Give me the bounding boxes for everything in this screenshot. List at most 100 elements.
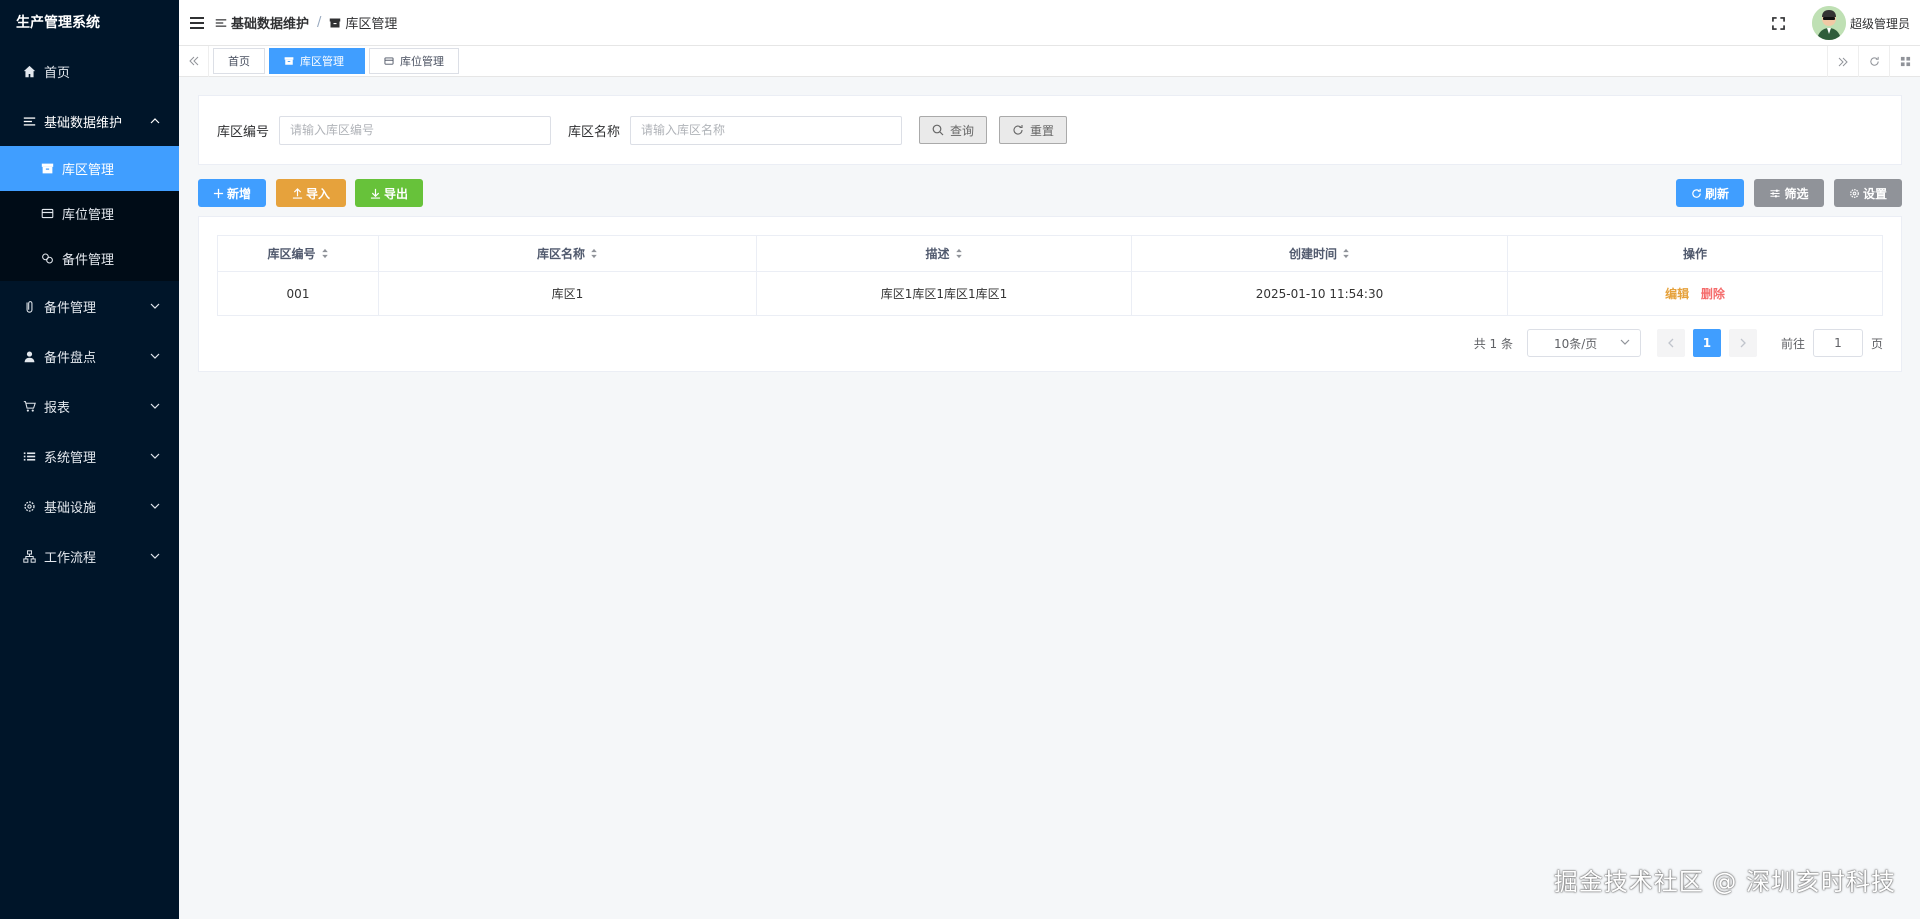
card-icon xyxy=(384,56,394,66)
goto-page-input[interactable] xyxy=(1812,329,1863,357)
sidebar-item-workflow[interactable]: 工作流程 xyxy=(0,531,179,581)
zone-name-label: 库区名称 xyxy=(568,124,621,140)
username[interactable]: 超级管理员 xyxy=(1850,15,1910,32)
next-page-button[interactable] xyxy=(1728,329,1757,357)
table-row: 001 库区1 库区1库区1库区1库区1 2025-01-10 11:54:30… xyxy=(217,271,1883,316)
plus-icon xyxy=(213,188,224,199)
cell-name: 库区1 xyxy=(378,271,757,316)
add-button[interactable]: 新增 xyxy=(198,179,266,207)
refresh-button[interactable]: 刷新 xyxy=(1676,179,1744,207)
sidebar-item-basic-data[interactable]: 基础数据维护 xyxy=(0,96,179,146)
archive-icon xyxy=(329,17,341,29)
app-title: 生产管理系统 xyxy=(16,15,100,31)
flow-icon xyxy=(22,549,36,563)
zone-code-input[interactable] xyxy=(279,115,552,145)
sidebar-item-zone-management[interactable]: 库区管理 xyxy=(0,146,179,191)
sidebar-item-parts-management[interactable]: 备件管理 xyxy=(0,281,179,331)
sliders-icon xyxy=(1769,188,1781,199)
archive-icon xyxy=(284,56,294,66)
search-icon xyxy=(932,124,944,136)
query-button[interactable]: 查询 xyxy=(919,116,988,144)
page-number-current[interactable]: 1 xyxy=(1692,329,1721,357)
sort-icon[interactable] xyxy=(321,248,329,262)
watermark: 掘金技术社区 @ 深圳亥时科技 xyxy=(1553,868,1896,896)
goto-suffix: 页 xyxy=(1870,336,1883,351)
submenu-basic-data: 库区管理 库位管理 备件管理 xyxy=(0,146,179,281)
settings-button[interactable]: 设置 xyxy=(1834,179,1902,207)
import-button[interactable]: 导入 xyxy=(276,179,346,207)
cell-desc: 库区1库区1库区1库区1 xyxy=(756,271,1132,316)
top-header: 基础数据维护 / 库区管理 超级管理员 xyxy=(179,0,1920,46)
column-header-code[interactable]: 库区编号 xyxy=(217,235,379,272)
chevron-down-icon xyxy=(149,350,161,362)
chevron-down-icon xyxy=(149,300,161,312)
breadcrumb: 基础数据维护 / 库区管理 xyxy=(215,13,397,32)
header-right: 超级管理员 xyxy=(1768,0,1910,46)
table-card: 库区编号 库区名称 描述 创建时间 操作 001 库区1 库区1库区1库区1库区… xyxy=(198,216,1902,372)
column-header-name[interactable]: 库区名称 xyxy=(378,235,757,272)
delete-link[interactable]: 删除 xyxy=(1701,287,1725,301)
sidebar-item-parts-management-sub[interactable]: 备件管理 xyxy=(0,236,179,281)
fullscreen-icon[interactable] xyxy=(1768,12,1790,34)
toolbar: 新增 导入 导出 刷新 筛选 设置 xyxy=(198,179,1902,207)
breadcrumb-item[interactable]: 基础数据维护 xyxy=(215,13,309,32)
avatar[interactable] xyxy=(1811,6,1846,40)
prev-page-button[interactable] xyxy=(1656,329,1685,357)
filter-button[interactable]: 筛选 xyxy=(1754,179,1824,207)
edit-link[interactable]: 编辑 xyxy=(1665,287,1689,301)
clip-icon xyxy=(22,299,36,313)
tab-location-management[interactable]: 库位管理 xyxy=(369,48,459,74)
sort-icon[interactable] xyxy=(955,248,963,262)
sidebar-item-location-management[interactable]: 库位管理 xyxy=(0,191,179,236)
chevron-down-icon xyxy=(1620,336,1630,350)
sort-icon[interactable] xyxy=(590,248,598,262)
chevron-down-icon xyxy=(149,500,161,512)
refresh-icon xyxy=(1012,124,1024,136)
tab-home[interactable]: 首页 xyxy=(213,48,265,74)
list-icon xyxy=(215,17,227,29)
cell-actions: 编辑 删除 xyxy=(1507,271,1883,316)
chevron-down-icon xyxy=(149,550,161,562)
tab-zone-management[interactable]: 库区管理 xyxy=(269,48,365,74)
sidebar-item-reports[interactable]: 报表 xyxy=(0,381,179,431)
sidebar-item-system-management[interactable]: 系统管理 xyxy=(0,431,179,481)
user-icon xyxy=(22,349,36,363)
reset-button[interactable]: 重置 xyxy=(999,116,1068,144)
column-header-desc[interactable]: 描述 xyxy=(756,235,1132,272)
tabs-scroll-right-icon[interactable] xyxy=(1827,46,1858,77)
tabs-menu-grid-icon[interactable] xyxy=(1889,46,1920,77)
sidebar-item-infrastructure[interactable]: 基础设施 xyxy=(0,481,179,531)
sidebar-item-parts-inventory[interactable]: 备件盘点 xyxy=(0,331,179,381)
gear-icon xyxy=(1849,188,1860,199)
cell-code: 001 xyxy=(217,271,379,316)
zone-name-input[interactable] xyxy=(630,115,903,145)
chevron-up-icon xyxy=(149,115,161,127)
sidebar: 生产管理系统 首页 基础数据维护 库区管理 库位管理 备件管理 备件管理 备件盘… xyxy=(0,0,179,919)
breadcrumb-separator: / xyxy=(317,15,322,30)
tabs-bar: 首页 库区管理 库位管理 xyxy=(179,45,1920,77)
goto-prefix: 前往 xyxy=(1780,336,1805,351)
column-header-created[interactable]: 创建时间 xyxy=(1131,235,1508,272)
page-size-select[interactable]: 10条/页 xyxy=(1526,329,1641,357)
refresh-tab-icon[interactable] xyxy=(1858,46,1889,77)
cart-icon xyxy=(22,399,36,413)
tabs-controls xyxy=(1827,46,1920,77)
export-button[interactable]: 导出 xyxy=(355,179,423,207)
upload-icon xyxy=(292,187,303,199)
column-header-actions: 操作 xyxy=(1507,235,1883,272)
archive-icon xyxy=(40,162,54,176)
list-icon xyxy=(22,114,36,128)
list-bullet-icon xyxy=(22,449,36,463)
card-icon xyxy=(40,207,54,221)
breadcrumb-item-current: 库区管理 xyxy=(329,13,397,32)
tabs-scroll-left-icon[interactable] xyxy=(179,45,209,77)
chevron-down-icon xyxy=(149,450,161,462)
zone-code-label: 库区编号 xyxy=(217,124,270,140)
sort-icon[interactable] xyxy=(1342,248,1350,262)
hamburger-menu-icon[interactable] xyxy=(179,0,215,46)
gear-icon xyxy=(22,499,36,513)
home-icon xyxy=(22,64,36,78)
cell-created: 2025-01-10 11:54:30 xyxy=(1131,271,1508,316)
sidebar-item-home[interactable]: 首页 xyxy=(0,46,179,96)
link-icon xyxy=(40,252,54,266)
